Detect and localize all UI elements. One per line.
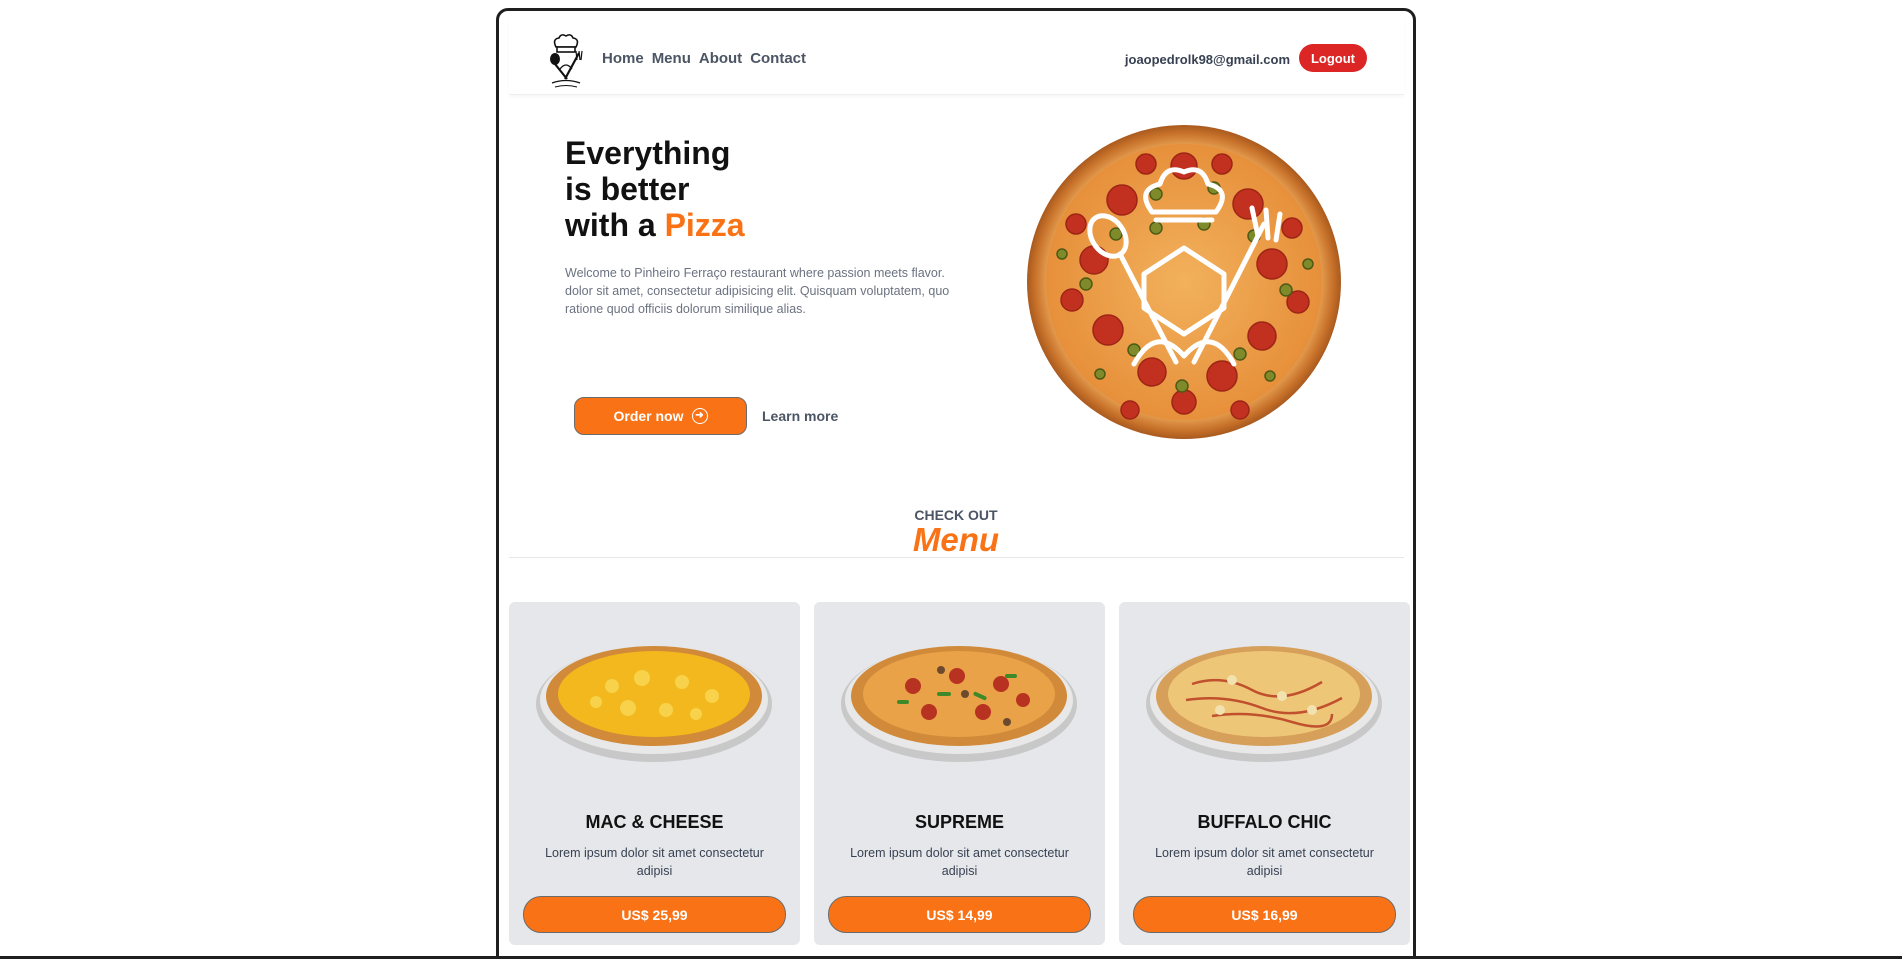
hero-title-line2: is better [565,171,690,207]
menu-item-description: Lorem ipsum dolor sit amet consectetur a… [850,846,1069,878]
price-button-mac-cheese[interactable]: US$ 25,99 [523,896,786,933]
mac-cheese-pizza-image [536,646,772,762]
menu-item-name: SUPREME [914,812,1004,832]
nav-home-link[interactable]: Home [602,50,644,67]
hero-title: Everything is better with a Pizza [565,135,745,243]
nav-about-link[interactable]: About [699,50,742,67]
user-email: joaopedrolk98@gmail.com [1124,52,1290,67]
menu-card-supreme: SUPREME Lorem ipsum dolor sit amet conse… [814,602,1105,945]
menu-item-name: BUFFALO CHIC [1197,812,1332,832]
buffalo-chicken-pizza-image [1146,646,1382,762]
hero-description: Welcome to Pinheiro Ferraço restaurant w… [565,266,950,316]
hero-title-line3: with a [565,207,665,243]
arrow-right-circle-icon: ➜ [691,408,708,424]
site-header: Home Menu About Contact joaopedrolk98@gm… [509,15,1404,95]
learn-more-link[interactable]: Learn more [762,408,838,424]
chef-hat-utensils-logo-icon[interactable] [543,33,589,89]
nav-menu-link[interactable]: Menu [652,50,691,67]
nav-contact-link[interactable]: Contact [750,50,806,67]
section-divider [509,557,1404,558]
browser-frame: Home Menu About Contact joaopedrolk98@gm… [496,8,1416,959]
logout-button[interactable]: Logout [1299,44,1367,72]
hero-pizza-image [1027,125,1341,439]
supreme-pizza-image [841,646,1077,762]
hero-title-accent: Pizza [664,207,745,243]
price-button-supreme[interactable]: US$ 14,99 [828,896,1091,933]
menu-item-description: Lorem ipsum dolor sit amet consectetur a… [1155,846,1374,878]
menu-card-mac-cheese: MAC & CHEESE Lorem ipsum dolor sit amet … [509,602,800,945]
menu-card-buffalo-chic: BUFFALO CHIC Lorem ipsum dolor sit amet … [1119,602,1410,945]
main-nav: Home Menu About Contact [602,50,806,67]
price-button-buffalo-chic[interactable]: US$ 16,99 [1133,896,1396,933]
menu-item-name: MAC & CHEESE [585,812,724,832]
order-now-button[interactable]: Order now ➜ [574,397,747,435]
order-now-label: Order now [613,408,684,424]
menu-section-title: Menu [912,521,1000,558]
menu-item-description: Lorem ipsum dolor sit amet consectetur a… [545,846,764,878]
hero-title-line1: Everything [565,135,731,171]
